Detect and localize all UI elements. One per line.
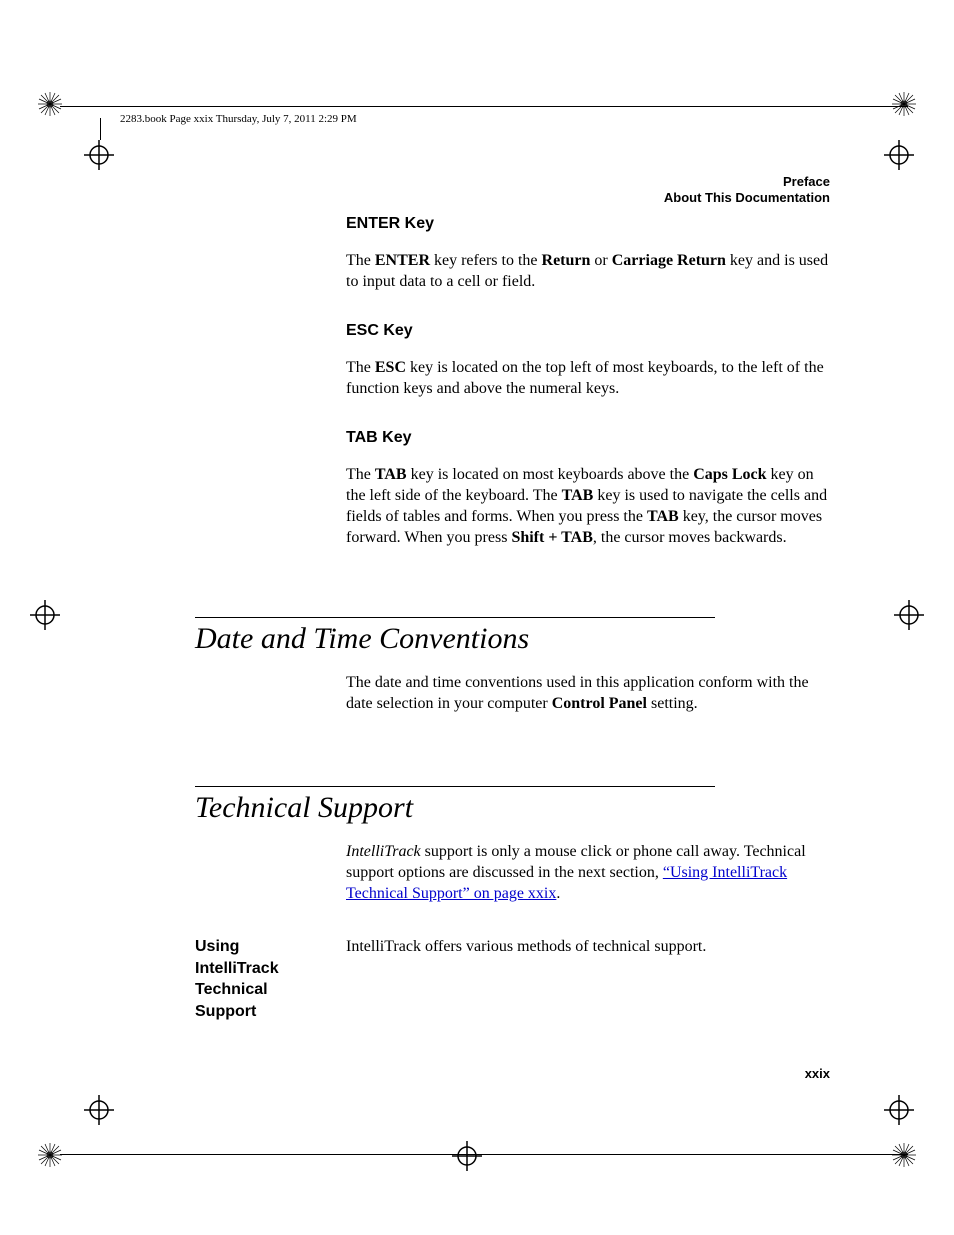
rule-tech-support bbox=[195, 786, 715, 787]
crosshair-icon bbox=[84, 140, 114, 170]
para-date-time: The date and time conventions used in th… bbox=[346, 672, 830, 714]
registration-mark-top-left-2 bbox=[84, 140, 114, 170]
heading-tab-key: TAB Key bbox=[346, 427, 830, 448]
heading-enter-key: ENTER Key bbox=[346, 213, 830, 234]
side-heading-using-support: Using IntelliTrack Technical Support bbox=[195, 936, 325, 1022]
para-esc-key: The ESC key is located on the top left o… bbox=[346, 357, 830, 399]
crop-line-top bbox=[60, 106, 908, 107]
rule-datetime bbox=[195, 617, 715, 618]
sunburst-icon bbox=[38, 92, 62, 116]
running-head-line1: Preface bbox=[664, 174, 830, 190]
registration-mark-bottom-center bbox=[452, 1141, 482, 1171]
crosshair-icon bbox=[884, 1095, 914, 1125]
crosshair-icon bbox=[894, 600, 924, 630]
registration-mark-bottom-left bbox=[38, 1143, 62, 1167]
sunburst-icon bbox=[892, 1143, 916, 1167]
crosshair-icon bbox=[30, 600, 60, 630]
registration-mark-mid-right bbox=[894, 600, 924, 630]
sunburst-icon bbox=[38, 1143, 62, 1167]
heading-tech-support: Technical Support bbox=[195, 791, 413, 825]
running-head-line2: About This Documentation bbox=[664, 190, 830, 206]
para-tab-key: The TAB key is located on most keyboards… bbox=[346, 464, 830, 548]
heading-date-time: Date and Time Conventions bbox=[195, 622, 529, 656]
para-using-support: IntelliTrack offers various methods of t… bbox=[346, 936, 830, 957]
crosshair-icon bbox=[452, 1141, 482, 1171]
registration-mark-mid-left bbox=[30, 600, 60, 630]
page-number: xxix bbox=[805, 1066, 830, 1081]
crosshair-icon bbox=[884, 140, 914, 170]
registration-mark-top-right bbox=[892, 92, 916, 116]
para-enter-key: The ENTER key refers to the Return or Ca… bbox=[346, 250, 830, 292]
crosshair-icon bbox=[84, 1095, 114, 1125]
crop-line-left-upper bbox=[100, 118, 101, 140]
crop-line-bottom bbox=[60, 1154, 908, 1155]
registration-mark-bottom-left-2 bbox=[84, 1095, 114, 1125]
heading-esc-key: ESC Key bbox=[346, 320, 830, 341]
page: 2283.book Page xxix Thursday, July 7, 20… bbox=[0, 0, 954, 1235]
header-metadata: 2283.book Page xxix Thursday, July 7, 20… bbox=[120, 113, 357, 125]
registration-mark-bottom-right bbox=[892, 1143, 916, 1167]
running-head: Preface About This Documentation bbox=[664, 174, 830, 207]
registration-mark-top-left bbox=[38, 92, 62, 116]
registration-mark-top-right-2 bbox=[884, 140, 914, 170]
sunburst-icon bbox=[892, 92, 916, 116]
registration-mark-bottom-right-2 bbox=[884, 1095, 914, 1125]
para-tech-support: IntelliTrack support is only a mouse cli… bbox=[346, 841, 830, 904]
